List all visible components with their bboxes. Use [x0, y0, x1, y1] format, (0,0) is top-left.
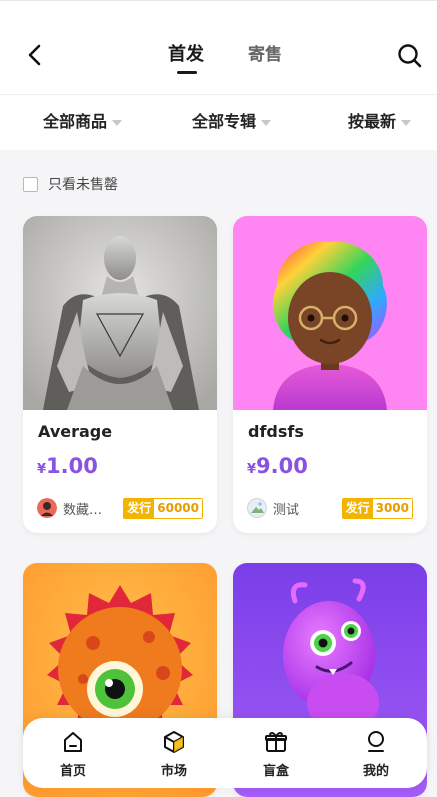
nav-header: 首发 寄售 — [0, 1, 437, 95]
creator-name: 数藏… — [63, 502, 103, 518]
price-value: 9.00 — [256, 454, 308, 478]
nav-label: 盲盒 — [262, 764, 289, 779]
product-footer: 测试 发行 3000 — [247, 497, 413, 519]
filter-label: 按最新 — [348, 112, 397, 131]
caret-down-icon — [401, 120, 412, 126]
only-unsold-checkbox[interactable] — [23, 176, 38, 192]
nav-label: 市场 — [160, 764, 187, 779]
product-card[interactable]: Average ¥1.00 数藏… 发行 60000 — [23, 216, 217, 533]
active-tab-indicator — [177, 71, 197, 74]
product-title: Average — [38, 422, 113, 441]
cube-icon — [164, 731, 184, 753]
issue-badge: 发行 3000 — [341, 497, 413, 519]
user-icon — [368, 731, 384, 752]
nav-mine[interactable]: 我的 — [346, 729, 406, 779]
badge-label: 发行 — [342, 498, 373, 518]
top-bar: 首发 寄售 全部商品 全部专辑 按最新 — [0, 0, 437, 150]
badge-count: 3000 — [372, 498, 412, 518]
product-title: dfdsfs — [248, 422, 304, 441]
nav-label: 首页 — [59, 764, 86, 779]
gift-icon — [265, 731, 287, 752]
caret-down-icon — [261, 120, 272, 126]
back-icon[interactable] — [24, 43, 46, 67]
caret-down-icon — [112, 120, 123, 126]
creator-avatar — [247, 498, 267, 518]
badge-count: 60000 — [154, 498, 202, 518]
bottom-navigation: 首页 市场 盲盒 我的 — [23, 718, 427, 788]
filter-all-albums[interactable]: 全部专辑 — [192, 111, 272, 133]
filter-label: 全部专辑 — [192, 112, 257, 131]
home-icon — [64, 732, 82, 752]
product-price: ¥9.00 — [247, 454, 308, 478]
filter-label: 全部商品 — [43, 112, 108, 131]
nav-market[interactable]: 市场 — [144, 729, 204, 779]
price-value: 1.00 — [46, 454, 98, 478]
only-unsold-label: 只看未售罄 — [48, 177, 118, 193]
product-image-dfdsfs — [233, 216, 427, 410]
only-unsold-toggle[interactable]: 只看未售罄 — [23, 174, 118, 194]
nav-blind-box[interactable]: 盲盒 — [246, 729, 306, 779]
filter-sort-newest[interactable]: 按最新 — [348, 111, 412, 133]
creator-avatar — [37, 498, 57, 518]
badge-label: 发行 — [124, 498, 155, 518]
nav-label: 我的 — [362, 764, 389, 779]
nav-home[interactable]: 首页 — [43, 729, 103, 779]
creator-name: 测试 — [273, 502, 300, 518]
product-footer: 数藏… 发行 60000 — [37, 497, 203, 519]
filter-bar: 全部商品 全部专辑 按最新 — [0, 95, 437, 151]
search-icon[interactable] — [397, 43, 423, 69]
currency-symbol: ¥ — [247, 462, 257, 477]
tab-first-release[interactable]: 首发 — [168, 43, 204, 67]
currency-symbol: ¥ — [37, 462, 47, 477]
product-image-average — [23, 216, 217, 410]
product-card[interactable]: dfdsfs ¥9.00 测试 发行 3000 — [233, 216, 427, 533]
issue-badge: 发行 60000 — [123, 497, 203, 519]
tab-consignment[interactable]: 寄售 — [248, 43, 282, 67]
filter-all-products[interactable]: 全部商品 — [43, 111, 123, 133]
product-price: ¥1.00 — [37, 454, 98, 478]
